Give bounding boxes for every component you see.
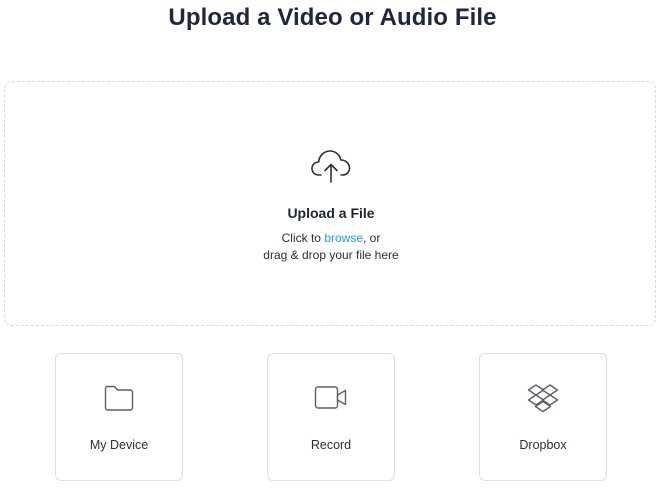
- cloud-upload-icon: [311, 150, 351, 183]
- record-button[interactable]: Record: [267, 353, 395, 481]
- browse-link[interactable]: browse: [324, 231, 363, 245]
- upload-heading: Upload a File: [287, 205, 375, 221]
- my-device-label: My Device: [89, 438, 149, 452]
- instructions-suffix: , or: [363, 231, 381, 245]
- record-label: Record: [310, 438, 352, 452]
- video-camera-icon: [314, 386, 347, 409]
- dropbox-label: Dropbox: [519, 438, 567, 452]
- dropbox-icon: [527, 384, 559, 413]
- upload-instructions-line1: Click to browse, or: [0, 231, 662, 245]
- file-dropzone[interactable]: [4, 81, 656, 326]
- upload-instructions-line2: drag & drop your file here: [263, 248, 399, 262]
- page-title: Upload a Video or Audio File: [168, 4, 497, 31]
- instructions-prefix: Click to: [281, 231, 325, 245]
- upload-page: Upload a Video or Audio File Upload a Fi…: [0, 0, 665, 490]
- my-device-button[interactable]: My Device: [55, 353, 183, 481]
- folder-icon: [104, 385, 134, 411]
- dropbox-button[interactable]: Dropbox: [479, 353, 607, 481]
